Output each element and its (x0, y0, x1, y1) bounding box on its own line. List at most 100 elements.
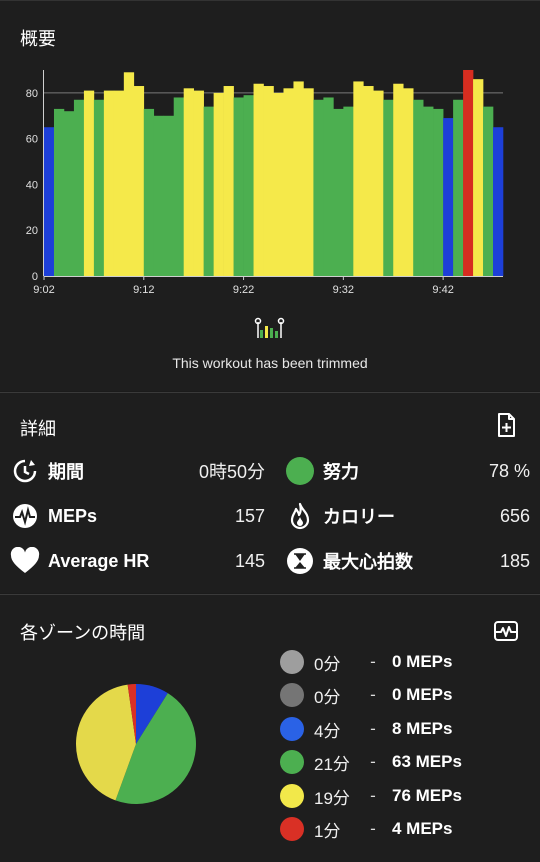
zone-color-dot (280, 717, 304, 741)
hourglass-icon (285, 546, 315, 576)
metric-value: 0時50分 (198, 462, 265, 482)
x-tick-label: 9:12 (133, 284, 154, 296)
metric-max-hr: 最大心拍数 185 (285, 543, 530, 579)
bar (433, 108, 444, 276)
bar (183, 88, 194, 276)
x-tick-label: 9:22 (233, 284, 254, 296)
bar (413, 99, 424, 276)
metric-label: カロリー (323, 507, 395, 527)
bar (363, 86, 374, 276)
meps-icon (10, 501, 40, 531)
metric-value: 78 % (488, 460, 530, 481)
details-card: 詳細 期間 0時50分 努力 78 % MEPs 157 カロリー 656 Av… (0, 392, 540, 593)
bar (253, 83, 264, 276)
zone-minutes: 4分 (314, 721, 341, 741)
bar (403, 88, 414, 276)
legend-row: 0分 - 0 MEPs (280, 649, 452, 675)
bar (113, 90, 125, 276)
bar (213, 92, 224, 276)
metric-label: 最大心拍数 (323, 552, 413, 572)
bar (163, 115, 175, 276)
zone-minutes: 19分 (314, 788, 350, 808)
zone-meps: 0 MEPs (392, 652, 453, 671)
y-tick-label: 0 (32, 271, 38, 283)
x-tick-label: 9:32 (333, 284, 354, 296)
metric-calories: カロリー 656 (285, 498, 530, 534)
legend-row: 21分 - 63 MEPs (280, 749, 462, 775)
bar (273, 92, 284, 276)
bar (323, 97, 334, 276)
legend-row: 19分 - 76 MEPs (280, 783, 462, 809)
bar (233, 97, 244, 276)
x-tick-label: 9:02 (33, 284, 54, 296)
bar (223, 86, 234, 276)
zone-pie-chart (75, 684, 196, 804)
zone-dash: - (370, 719, 376, 738)
bar (133, 86, 145, 276)
bar (393, 83, 404, 276)
zone-minutes: 0分 (314, 687, 341, 707)
metric-value: 157 (234, 505, 265, 526)
bar (173, 97, 184, 276)
zone-color-dot (280, 784, 304, 808)
zone-dash: - (370, 786, 376, 805)
bar (193, 90, 204, 276)
bar (313, 99, 324, 276)
trim-icon (254, 317, 285, 338)
bar (443, 118, 454, 276)
y-tick-label: 40 (26, 179, 38, 191)
zone-minutes: 1分 (314, 821, 341, 841)
bar (53, 108, 65, 276)
bar (44, 127, 55, 276)
bar (463, 70, 474, 276)
zone-color-dot (280, 817, 304, 841)
zone-minutes: 0分 (314, 654, 341, 674)
metric-value: 656 (499, 505, 530, 526)
metric-effort: 努力 78 % (285, 453, 530, 489)
bar (353, 81, 364, 276)
zone-dash: - (370, 819, 376, 838)
zones-title: 各ゾーンの時間 (20, 623, 146, 643)
bar (283, 88, 294, 276)
zone-dash: - (370, 752, 376, 771)
y-tick-label: 60 (26, 134, 38, 146)
bar (123, 72, 135, 276)
metric-value: 145 (234, 550, 265, 571)
metric-meps: MEPs 157 (10, 498, 265, 534)
flame-icon (285, 501, 315, 531)
bar (493, 127, 504, 276)
zone-minutes: 21分 (314, 754, 350, 774)
metric-average-hr: Average HR 145 (10, 543, 265, 579)
metric-label: 期間 (48, 462, 84, 482)
bar (153, 115, 165, 276)
zone-dash: - (370, 685, 376, 704)
metric-value: 185 (499, 550, 530, 571)
bar (343, 106, 354, 276)
bar (263, 86, 274, 276)
zone-meps: 0 MEPs (392, 685, 453, 704)
legend-row: 4分 - 8 MEPs (280, 716, 452, 742)
zone-color-dot (280, 650, 304, 674)
bar (83, 90, 95, 276)
y-tick-label: 80 (26, 88, 38, 100)
add-file-icon[interactable] (492, 411, 520, 439)
bar (373, 90, 384, 276)
zone-color-dot (280, 683, 304, 707)
effort-dot-icon (285, 456, 315, 486)
bar (243, 95, 254, 277)
bar (93, 99, 105, 276)
zone-meps: 8 MEPs (392, 719, 453, 738)
legend-row: 1分 - 4 MEPs (280, 816, 452, 842)
metric-label: MEPs (48, 505, 98, 526)
bar (383, 99, 394, 276)
metric-duration: 期間 0時50分 (10, 453, 265, 489)
zone-meps: 4 MEPs (392, 819, 453, 838)
bar (203, 106, 214, 276)
bar (63, 111, 75, 276)
bar (103, 90, 115, 276)
trim-message: This workout has been trimmed (172, 355, 368, 371)
duration-icon (10, 456, 40, 486)
y-tick-label: 20 (26, 225, 38, 237)
zone-chart-toggle-icon[interactable] (492, 617, 520, 645)
x-tick-label: 9:42 (432, 284, 453, 296)
